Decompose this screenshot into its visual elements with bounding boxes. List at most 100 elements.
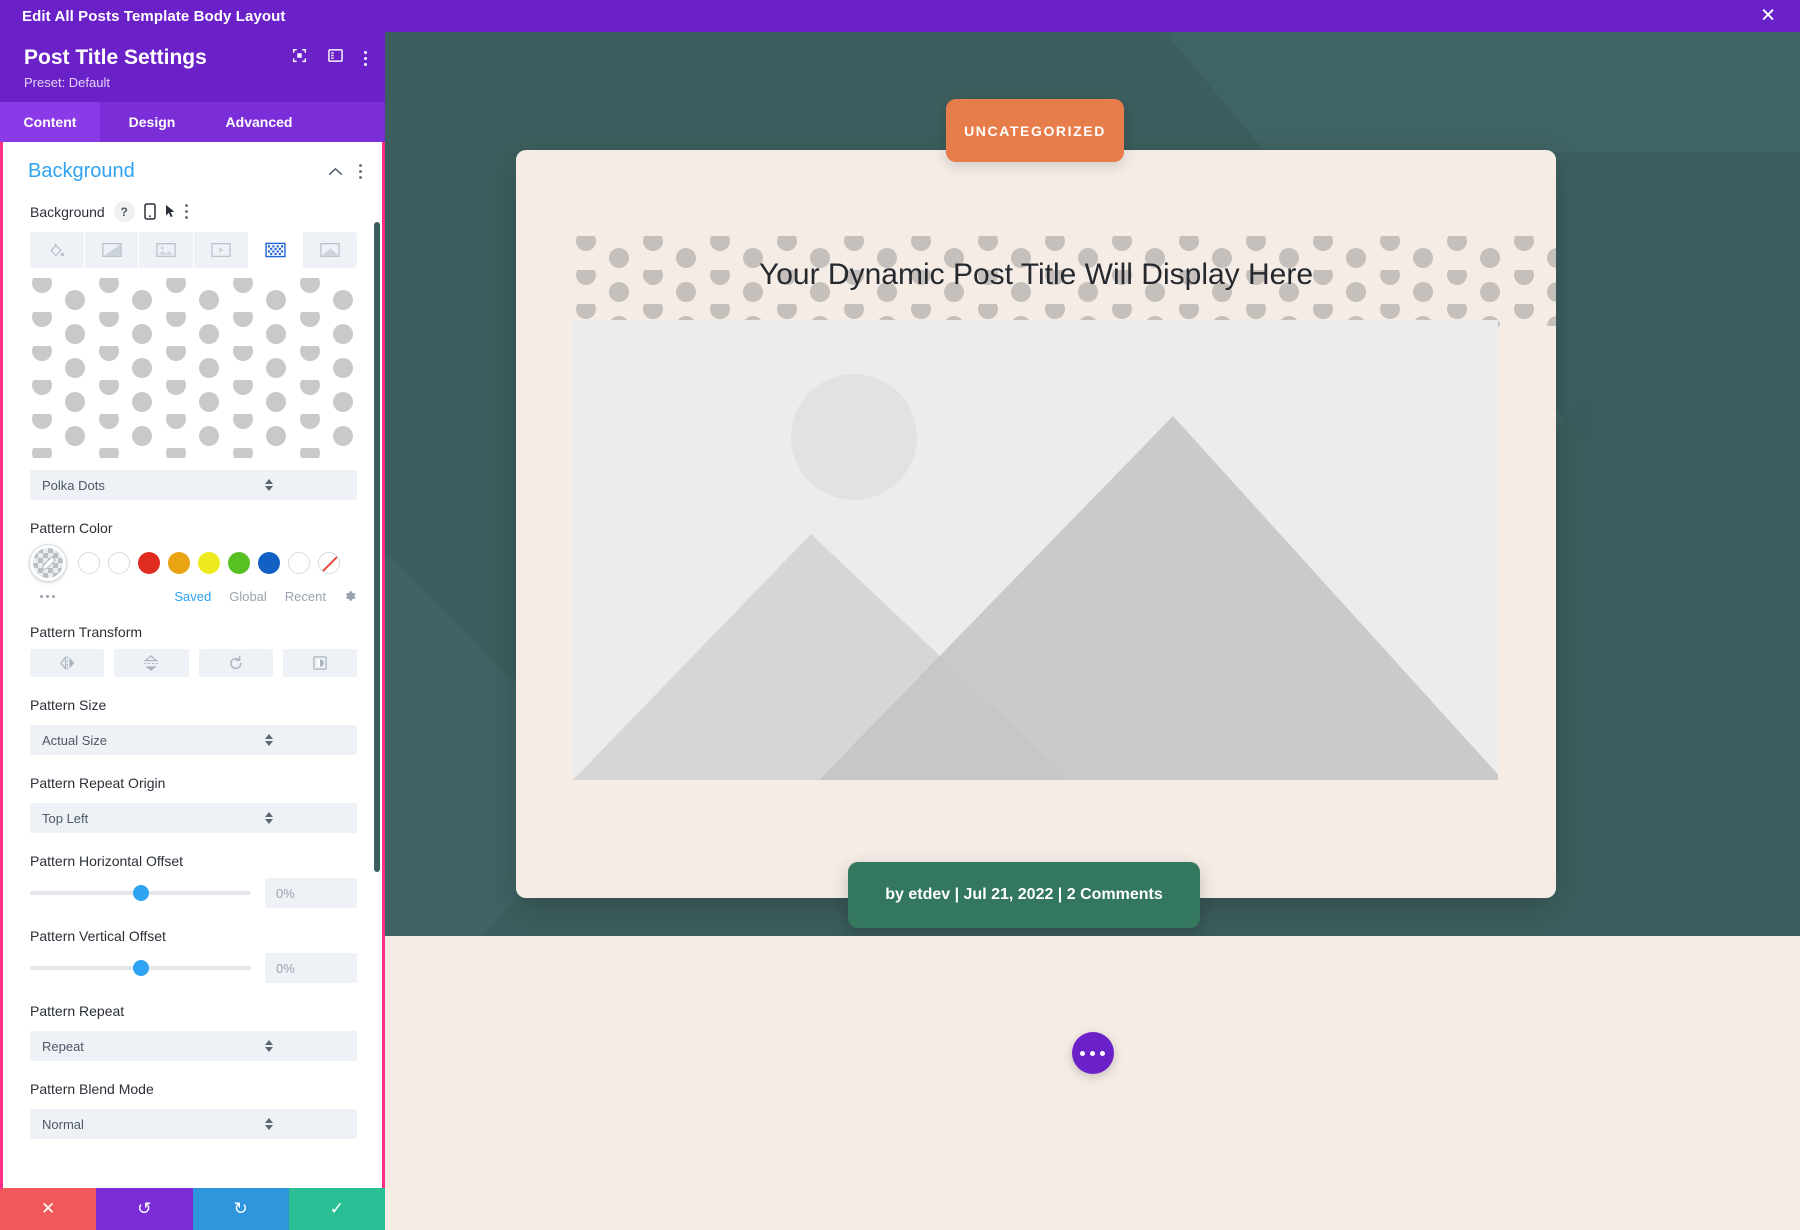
close-icon[interactable]: ✕	[1760, 7, 1776, 26]
flip-vertical-icon[interactable]	[114, 649, 189, 678]
swatch-none[interactable]	[318, 552, 340, 575]
swatch-green[interactable]	[228, 552, 250, 575]
gear-icon[interactable]	[344, 590, 357, 603]
section-kebab-icon[interactable]	[359, 164, 362, 180]
swatch-white-3[interactable]	[288, 552, 310, 575]
section-title: Background	[28, 160, 135, 183]
swatch-white-1[interactable]	[78, 552, 100, 575]
background-type-toggle	[30, 232, 357, 269]
slider-knob[interactable]	[132, 960, 149, 977]
cancel-button[interactable]: ✕	[0, 1188, 97, 1230]
pattern-repeat-origin-label: Pattern Repeat Origin	[30, 775, 166, 792]
mobile-icon[interactable]	[143, 203, 156, 220]
bgtype-image[interactable]	[139, 232, 195, 269]
background-section-header: Background	[3, 142, 382, 193]
save-button[interactable]: ✓	[288, 1188, 385, 1230]
pattern-repeat-origin-value: Top Left	[42, 810, 89, 826]
swatch-white-2[interactable]	[108, 552, 130, 575]
background-field-label: Background	[30, 203, 105, 220]
color-tab-saved[interactable]: Saved	[174, 589, 211, 604]
post-meta-bar: by etdev | Jul 21, 2022 | 2 Comments	[848, 862, 1200, 928]
pattern-size-select[interactable]: Actual Size	[30, 725, 357, 756]
background-kebab-icon[interactable]	[184, 204, 188, 220]
tab-content[interactable]: Content	[0, 102, 100, 143]
settings-highlight-box: Background Background ? Polka Dots Patte…	[0, 142, 385, 1230]
post-card: UNCATEGORIZED Your Dynamic Post Title Wi…	[516, 99, 1556, 928]
bgtype-mask[interactable]	[303, 232, 357, 268]
preview-canvas: UNCATEGORIZED Your Dynamic Post Title Wi…	[385, 32, 1800, 1230]
rotate-icon[interactable]	[198, 649, 273, 678]
swatch-yellow[interactable]	[198, 552, 220, 575]
chevron-up-icon[interactable]	[328, 163, 343, 181]
pattern-blend-mode-label: Pattern Blend Mode	[30, 1081, 154, 1098]
ellipsis-icon[interactable]	[1071, 1032, 1114, 1074]
app-title: Edit All Posts Template Body Layout	[22, 7, 286, 25]
bgtype-video[interactable]	[194, 232, 249, 269]
pattern-preview[interactable]	[30, 278, 357, 459]
pattern-transform-label: Pattern Transform	[30, 624, 143, 641]
pattern-vertical-offset-label: Pattern Vertical Offset	[30, 928, 166, 945]
panel-scrollbar[interactable]	[374, 222, 380, 873]
panel-header: Post Title Settings Preset: Default	[0, 32, 385, 103]
color-source-tabs: Saved Global Recent	[174, 589, 357, 604]
chevron-updown-icon	[194, 479, 346, 492]
cursor-icon[interactable]	[165, 204, 176, 219]
bgtype-color-fill[interactable]	[30, 232, 85, 269]
pattern-horizontal-offset-row: 0%	[30, 878, 357, 909]
settings-panel: Post Title Settings Preset: Default Cont…	[0, 32, 385, 1230]
chevron-updown-icon	[194, 1040, 346, 1053]
pattern-select-value: Polka Dots	[42, 477, 105, 493]
layout-columns-icon[interactable]	[328, 48, 343, 68]
swatch-current-edit[interactable]	[30, 545, 66, 582]
pattern-repeat-select[interactable]: Repeat	[30, 1031, 357, 1062]
bgtype-gradient[interactable]	[85, 232, 140, 269]
pattern-color-swatches	[30, 545, 357, 582]
pattern-horizontal-offset-slider[interactable]	[30, 885, 251, 902]
pattern-size-value: Actual Size	[42, 732, 108, 748]
fullscreen-icon[interactable]	[292, 48, 307, 68]
app-top-bar: Edit All Posts Template Body Layout ✕	[0, 0, 1800, 32]
kebab-menu-icon[interactable]	[364, 50, 367, 66]
tab-design[interactable]: Design	[100, 102, 204, 142]
bgtype-pattern[interactable]	[248, 232, 304, 269]
invert-icon[interactable]	[282, 649, 357, 678]
pattern-vertical-offset-slider[interactable]	[30, 960, 251, 977]
pattern-repeat-origin-select[interactable]: Top Left	[30, 803, 357, 834]
swatch-orange[interactable]	[168, 552, 190, 575]
question-icon[interactable]: ?	[113, 201, 135, 223]
pattern-repeat-label: Pattern Repeat	[30, 1003, 125, 1020]
pattern-repeat-value: Repeat	[42, 1038, 84, 1054]
category-badge[interactable]: UNCATEGORIZED	[946, 99, 1124, 162]
ellipsis-icon[interactable]	[40, 595, 174, 599]
pattern-blend-mode-select[interactable]: Normal	[30, 1109, 357, 1140]
pattern-horizontal-offset-value[interactable]: 0%	[265, 878, 357, 909]
hero-section: UNCATEGORIZED Your Dynamic Post Title Wi…	[385, 32, 1800, 1072]
background-field-row: Background ?	[3, 193, 382, 230]
undo-button[interactable]: ↺	[96, 1188, 193, 1230]
image-placeholder-icon	[573, 320, 1498, 780]
post-title: Your Dynamic Post Title Will Display Her…	[758, 258, 1314, 291]
chevron-updown-icon	[194, 734, 346, 747]
swatch-blue[interactable]	[258, 552, 280, 575]
pattern-select[interactable]: Polka Dots	[30, 470, 357, 501]
pattern-vertical-offset-value[interactable]: 0%	[265, 953, 357, 984]
slider-knob[interactable]	[132, 885, 149, 902]
chevron-updown-icon	[194, 1118, 346, 1131]
pattern-transform-buttons	[30, 649, 357, 678]
tab-advanced[interactable]: Advanced	[204, 102, 314, 142]
panel-preset[interactable]: Preset: Default	[24, 75, 365, 90]
pattern-color-sources: Saved Global Recent	[30, 589, 357, 604]
pattern-blend-mode-value: Normal	[42, 1116, 84, 1132]
color-tab-global[interactable]: Global	[229, 589, 267, 604]
settings-scroll-area[interactable]: Background Background ? Polka Dots Patte…	[3, 142, 382, 1227]
color-tab-recent[interactable]: Recent	[285, 589, 326, 604]
redo-button[interactable]: ↻	[192, 1188, 289, 1230]
panel-action-bar: ✕ ↺ ↻ ✓	[0, 1188, 385, 1230]
pattern-color-label: Pattern Color	[30, 520, 113, 537]
panel-tabs: Content Design Advanced	[0, 102, 385, 143]
swatch-red[interactable]	[138, 552, 160, 575]
pattern-size-label: Pattern Size	[30, 697, 107, 714]
panel-header-icons	[292, 48, 367, 68]
chevron-updown-icon	[194, 812, 346, 825]
flip-horizontal-icon[interactable]	[30, 649, 105, 678]
